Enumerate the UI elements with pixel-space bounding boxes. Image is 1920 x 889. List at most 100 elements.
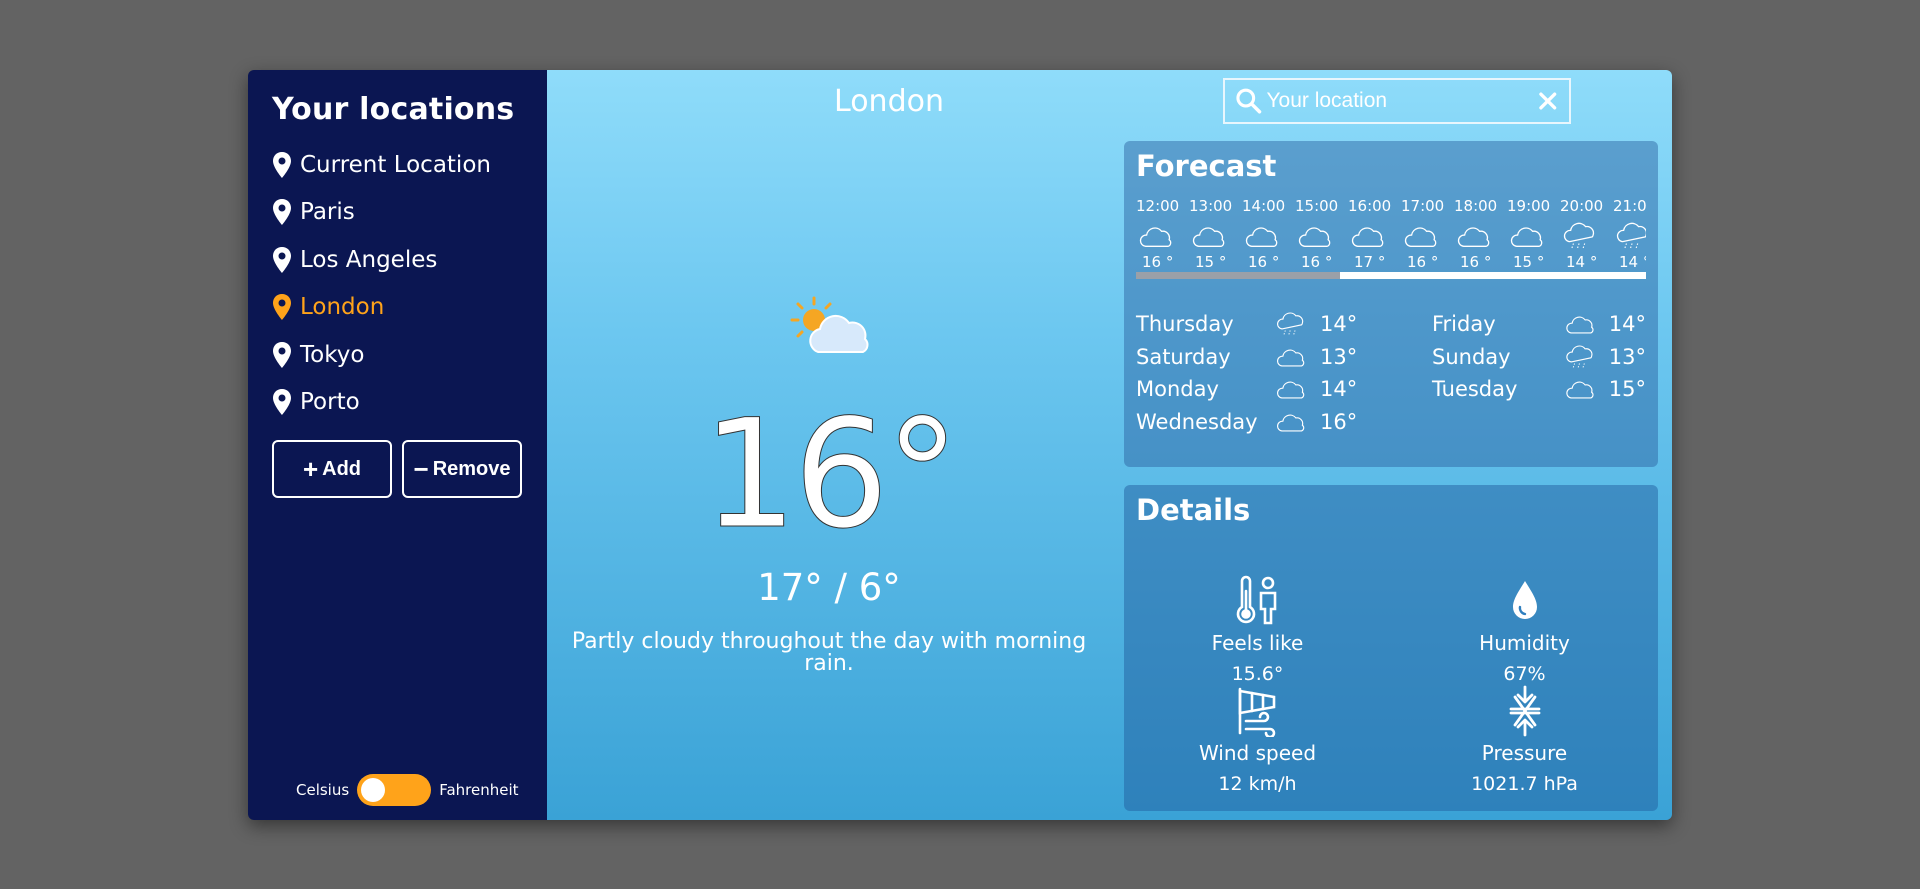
daily-item: Tuesday 15° (1432, 376, 1646, 403)
plus-icon: + (302, 454, 319, 484)
day-temp: 14° (1608, 312, 1646, 337)
hour-temp: 16 ° (1142, 253, 1174, 271)
day-temp: 14° (1320, 312, 1358, 337)
hourly-item: 12:00 16 ° (1136, 197, 1189, 271)
sidebar-title: Your locations (272, 92, 515, 127)
rain-icon (1563, 222, 1595, 250)
weather-summary: Partly cloudy throughout the day with mo… (571, 629, 1087, 676)
hour-time: 17:00 (1401, 197, 1445, 215)
celsius-label: Celsius (296, 781, 350, 799)
detail-value: 12 km/h (1218, 773, 1297, 795)
hourly-item: 19:00 15 ° (1507, 197, 1560, 271)
hour-temp: 15 ° (1195, 253, 1227, 271)
detail-value: 1021.7 hPa (1471, 773, 1578, 795)
details-title: Details (1136, 493, 1251, 527)
city-title: London (834, 84, 944, 119)
day-name: Tuesday (1432, 377, 1518, 402)
cloudy-icon (1351, 227, 1384, 247)
cloudy-icon (1457, 227, 1490, 247)
locations-sidebar: Your locations Current Location Paris Lo… (248, 70, 547, 820)
hour-time: 18:00 (1454, 197, 1498, 215)
hour-time: 13:00 (1189, 197, 1233, 215)
hour-temp: 16 ° (1460, 253, 1492, 271)
hour-time: 19:00 (1507, 197, 1551, 215)
hourly-item: 18:00 16 ° (1454, 197, 1507, 271)
hourly-item: 21:00 14 ° (1613, 197, 1646, 271)
hourly-item: 16:00 17 ° (1348, 197, 1401, 271)
location-label: London (300, 294, 385, 321)
hour-temp: 16 ° (1248, 253, 1280, 271)
search-icon (1236, 88, 1262, 114)
cloudy-icon (1277, 381, 1305, 399)
location-item-tokyo[interactable]: Tokyo (272, 331, 523, 379)
detail-feels-like: Feels like 15.6° (1124, 575, 1391, 685)
hourly-scrollbar[interactable] (1136, 272, 1646, 279)
hour-time: 15:00 (1295, 197, 1339, 215)
map-pin-icon (273, 151, 291, 178)
cloudy-icon (1245, 227, 1278, 247)
hourly-item: 20:00 14 ° (1560, 197, 1613, 271)
unit-switch[interactable] (357, 774, 432, 806)
hour-temp: 14 ° (1619, 253, 1646, 271)
cloudy-icon (1510, 227, 1543, 247)
location-item-paris[interactable]: Paris (272, 189, 523, 237)
search-input[interactable] (1266, 89, 1538, 113)
hour-temp: 15 ° (1513, 253, 1545, 271)
hourly-forecast[interactable]: 12:00 16 ° 13:00 15 ° 14:00 16 ° 15:00 16 ° 16:0… (1136, 197, 1646, 271)
hour-temp: 14 ° (1566, 253, 1598, 271)
hourly-item: 15:00 16 ° (1295, 197, 1348, 271)
pressure-icon (1509, 685, 1540, 737)
location-item-london[interactable]: London (272, 284, 523, 332)
map-pin-icon (273, 199, 291, 226)
daily-item: Monday 14° (1136, 376, 1432, 403)
location-item-current-location[interactable]: Current Location (272, 141, 523, 189)
hour-time: 16:00 (1348, 197, 1392, 215)
remove-location-button[interactable]: − Remove (402, 440, 522, 498)
map-pin-icon (273, 246, 291, 273)
day-name: Sunday (1432, 344, 1511, 369)
cloudy-icon (1404, 227, 1437, 247)
hourly-item: 17:00 16 ° (1401, 197, 1454, 271)
day-temp: 15° (1608, 377, 1646, 402)
location-label: Porto (300, 389, 360, 416)
location-list: Current Location Paris Los Angeles Londo… (272, 141, 523, 426)
cloudy-icon (1139, 227, 1172, 247)
detail-label: Feels like (1211, 631, 1304, 655)
location-actions: + Add − Remove (272, 440, 523, 498)
add-label: Add (322, 457, 362, 480)
forecast-title: Forecast (1136, 149, 1277, 183)
day-name: Monday (1136, 377, 1219, 402)
daily-item: Saturday 13° (1136, 344, 1432, 371)
add-location-button[interactable]: + Add (272, 440, 392, 498)
day-temp: 13° (1608, 344, 1646, 369)
location-search (1223, 78, 1571, 124)
detail-label: Pressure (1481, 741, 1568, 765)
scrollbar-thumb[interactable] (1136, 272, 1340, 279)
current-temperature: 16° (702, 388, 961, 562)
detail-wind-speed: Wind speed 12 km/h (1124, 685, 1391, 795)
location-item-porto[interactable]: Porto (272, 379, 523, 427)
remove-label: Remove (432, 457, 511, 480)
detail-value: 15.6° (1231, 663, 1284, 685)
details-grid: Feels like 15.6° Humidity 67% Wind speed… (1124, 575, 1658, 795)
fahrenheit-label: Fahrenheit (439, 781, 519, 799)
map-pin-icon (273, 341, 291, 368)
cloudy-icon (1277, 414, 1305, 432)
rain-icon (1277, 312, 1304, 336)
high-low-temperature: 17° / 6° (757, 566, 901, 609)
partly-cloudy-day-icon (790, 296, 869, 353)
hour-temp: 17 ° (1354, 253, 1386, 271)
hour-time: 20:00 (1560, 197, 1604, 215)
hour-time: 14:00 (1242, 197, 1286, 215)
day-name: Friday (1432, 312, 1496, 337)
daily-forecast: Thursday 14° Friday 14° Saturday 13° Sunday 13°… (1136, 311, 1646, 435)
day-name: Wednesday (1136, 409, 1258, 434)
location-item-los-angeles[interactable]: Los Angeles (272, 236, 523, 284)
details-panel: Details Feels like 15.6° Humidity 67% Wi… (1124, 485, 1658, 811)
minus-icon: − (413, 454, 429, 484)
water-drop-icon (1512, 581, 1537, 619)
detail-value: 67% (1503, 663, 1546, 685)
close-icon[interactable] (1537, 90, 1559, 112)
rain-icon (1566, 345, 1593, 369)
thermometer-person-icon (1236, 575, 1276, 625)
